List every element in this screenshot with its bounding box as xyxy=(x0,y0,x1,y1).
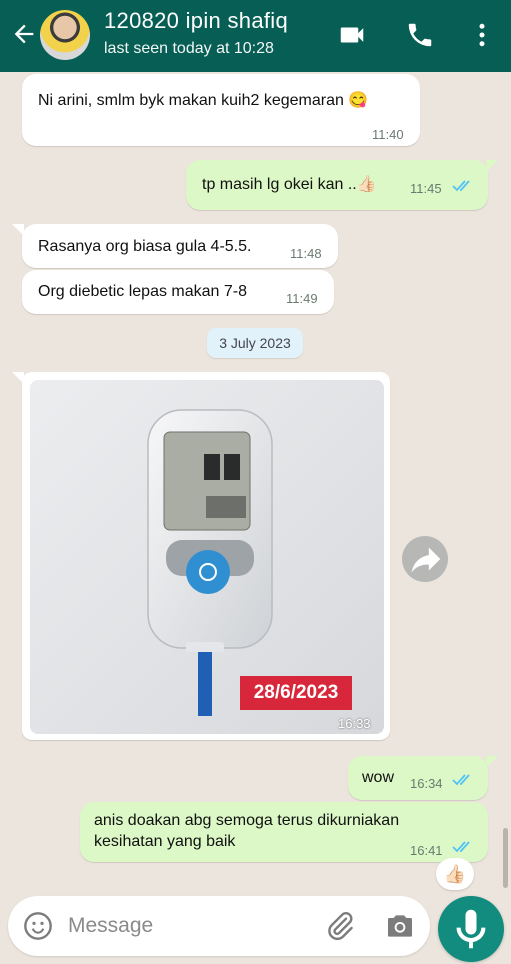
message-time: 16:34 xyxy=(410,776,443,791)
bubble-tail xyxy=(486,160,498,172)
message-composer xyxy=(8,896,430,956)
message-text-line: kesihatan yang baik xyxy=(94,833,236,850)
scrollbar[interactable] xyxy=(503,828,508,888)
message-text: Ni arini, smlm byk makan kuih2 kegemaran… xyxy=(38,92,369,109)
message-time: 11:45 xyxy=(410,181,442,196)
message-bubble-outgoing[interactable]: wow 16:34 xyxy=(348,756,488,800)
message-text: Org diebetic lepas makan 7-8 xyxy=(38,283,247,300)
forward-icon xyxy=(411,547,441,573)
message-input[interactable] xyxy=(68,910,308,942)
message-text-line: anis doakan abg semoga terus dikurniakan xyxy=(94,812,400,829)
back-arrow-icon[interactable] xyxy=(10,20,38,48)
message-text: Rasanya org biasa gula 4-5.5. xyxy=(38,238,252,255)
date-separator: 3 July 2023 xyxy=(207,328,303,358)
read-receipt-icon xyxy=(452,841,470,853)
message-text: tp masih lg okei kan ..👍🏻 xyxy=(202,176,377,193)
emoji-icon[interactable] xyxy=(22,910,54,942)
message-time: 16:33 xyxy=(338,716,371,731)
reaction-badge[interactable]: 👍🏻 xyxy=(436,858,474,890)
chat-header: 120820 ipin shafiq last seen today at 10… xyxy=(0,0,511,72)
paperclip-icon[interactable] xyxy=(324,910,356,942)
glucose-meter-photo[interactable]: 28/6/2023 16:33 xyxy=(30,380,384,734)
message-list[interactable]: Ni arini, smlm byk makan kuih2 kegemaran… xyxy=(0,72,511,892)
camera-icon[interactable] xyxy=(384,910,416,942)
message-bubble-outgoing[interactable]: tp masih lg okei kan ..👍🏻 11:45 xyxy=(186,160,488,210)
message-bubble-incoming[interactable]: Rasanya org biasa gula 4-5.5. 11:48 xyxy=(22,224,338,268)
mic-icon xyxy=(456,909,486,949)
message-bubble-incoming[interactable]: Ni arini, smlm byk makan kuih2 kegemaran… xyxy=(22,74,420,146)
contact-name[interactable]: 120820 ipin shafiq xyxy=(104,8,288,34)
photo-date-label: 28/6/2023 xyxy=(240,676,352,710)
read-receipt-icon xyxy=(452,774,470,786)
forward-button[interactable] xyxy=(402,536,448,582)
message-bubble-incoming[interactable]: Org diebetic lepas makan 7-8 11:49 xyxy=(22,270,334,314)
last-seen-status: last seen today at 10:28 xyxy=(104,40,274,57)
mic-button[interactable] xyxy=(438,896,504,962)
bubble-tail xyxy=(486,756,498,768)
video-call-icon[interactable] xyxy=(336,20,368,50)
message-bubble-outgoing[interactable]: anis doakan abg semoga terus dikurniakan… xyxy=(80,802,488,862)
message-time: 11:48 xyxy=(290,246,322,261)
avatar[interactable] xyxy=(40,10,90,60)
message-time: 11:49 xyxy=(286,291,318,306)
message-time: 16:41 xyxy=(410,843,443,858)
read-receipt-icon xyxy=(452,180,470,192)
more-vert-icon[interactable] xyxy=(466,20,498,50)
message-text: wow xyxy=(362,769,395,786)
message-time: 11:40 xyxy=(372,127,404,142)
phone-icon[interactable] xyxy=(404,20,436,50)
